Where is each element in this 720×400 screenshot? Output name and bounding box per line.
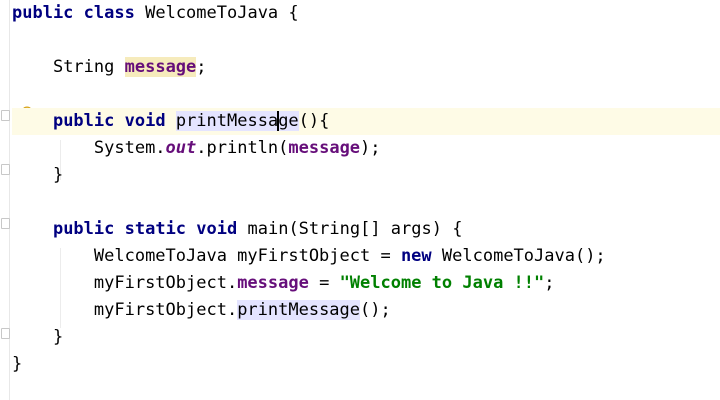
method-params: (){ [298,111,330,131]
fold-marker-icon[interactable] [1,328,10,339]
keyword: new [400,246,432,266]
field-usage: message [237,273,309,293]
semicolon: ; [196,57,207,77]
class-name: WelcomeToJava [145,3,279,23]
code-line[interactable]: String message; [12,54,720,81]
code-line[interactable]: public static void main(String[] args) { [12,216,720,243]
code-editor[interactable]: public class WelcomeToJava { String mess… [12,0,720,400]
code-line[interactable]: WelcomeToJava myFirstObject = new Welcom… [12,243,720,270]
call-end: (); [360,300,391,320]
static-field: out [165,138,197,158]
fold-marker-icon[interactable] [1,110,10,121]
constructor-call: WelcomeToJava(); [441,246,606,266]
method-signature: main(String[] args) { [247,219,463,239]
code-line-current[interactable]: public void printMessage(){ [12,108,720,135]
keyword: void [124,111,166,131]
code-line[interactable]: } [12,162,720,189]
type-name: String [52,57,115,77]
method-name-part: printMessa [175,111,279,131]
keyword: public [52,219,115,239]
field-declaration: message [124,57,197,77]
assignment: = [308,273,340,293]
fold-marker-icon[interactable] [1,218,10,229]
string-literal: "Welcome to Java !!" [339,273,545,293]
object-ref: myFirstObject. [93,273,238,293]
call-end: ); [360,138,381,158]
keyword: void [196,219,238,239]
keyword: static [124,219,187,239]
code-line[interactable]: public class WelcomeToJava { [12,0,720,27]
brace: } [52,327,64,347]
method-usage: printMessage [237,300,361,320]
brace: } [52,165,64,185]
field-usage: message [288,138,361,158]
code-line[interactable]: System.out.println(message); [12,135,720,162]
variable-declaration: WelcomeToJava myFirstObject = [93,246,401,266]
keyword: class [83,3,135,23]
gutter-separator [9,0,10,400]
code-line[interactable]: } [12,351,720,378]
keyword: public [52,111,115,131]
code-line[interactable]: myFirstObject.message = "Welcome to Java… [12,270,720,297]
class-ref: System. [93,138,166,158]
method-declaration: printMessage [175,111,299,131]
method-call: .println( [196,138,289,158]
brace: } [12,354,23,374]
object-ref: myFirstObject. [93,300,238,320]
code-line[interactable]: } [12,324,720,351]
keyword: public [12,3,74,23]
editor-gutter[interactable] [0,0,10,400]
brace: { [288,3,299,23]
fold-marker-icon[interactable] [1,164,10,175]
code-line[interactable]: myFirstObject.printMessage(); [12,297,720,324]
method-name-part: ge [278,111,299,131]
semicolon: ; [544,273,555,293]
